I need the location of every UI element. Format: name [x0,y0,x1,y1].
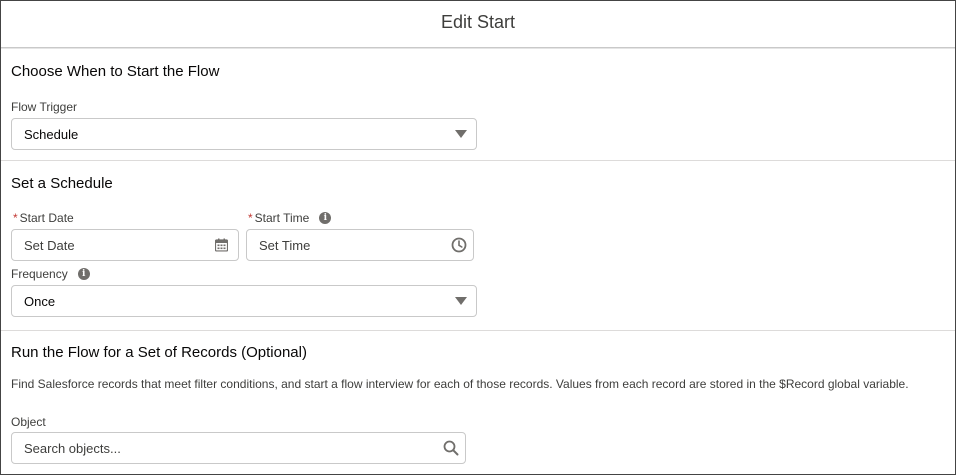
search-icon [443,440,459,456]
start-time-label-text: Start Time [254,211,310,225]
object-label-text: Object [11,415,46,429]
object-label: Object [11,415,46,429]
frequency-dropdown-icon [455,297,467,305]
object-search-placeholder: Search objects... [24,440,121,456]
records-section: Run the Flow for a Set of Records (Optio… [1,331,955,473]
edit-start-modal: Edit Start Choose When to Start the Flow… [0,0,956,475]
flow-trigger-label-text: Flow Trigger [11,100,78,114]
calendar-icon[interactable] [215,238,228,252]
start-time-required-marker: * [248,211,253,225]
start-trigger-section-title: Choose When to Start the Flow [11,63,220,80]
modal-header: Edit Start [1,1,955,49]
frequency-label-text: Frequency [11,267,68,281]
modal-title: Edit Start [440,11,516,32]
schedule-section: Set a Schedule * Start Date Set Date * S… [1,161,955,331]
clock-icon[interactable] [451,237,467,253]
flow-trigger-value: Schedule [24,126,79,142]
start-time-input[interactable]: Set Time [246,229,474,261]
flow-trigger-select[interactable]: Schedule [11,118,477,150]
flow-trigger-label: Flow Trigger [11,100,77,114]
start-date-placeholder: Set Date [24,237,75,253]
start-date-label: * Start Date [13,211,74,225]
frequency-label: Frequency i [11,267,90,281]
start-time-label: * Start Time i [248,211,332,225]
flow-trigger-dropdown-icon [455,130,467,138]
start-date-required-marker: * [13,211,18,225]
object-search-input[interactable]: Search objects... [11,432,466,464]
schedule-section-title: Set a Schedule [11,175,113,192]
start-time-info-icon[interactable]: i [319,212,332,224]
start-trigger-section: Choose When to Start the Flow Flow Trigg… [1,48,955,161]
frequency-value: Once [24,293,56,309]
start-date-input[interactable]: Set Date [11,229,239,261]
frequency-select[interactable]: Once [11,285,477,317]
start-time-placeholder: Set Time [259,237,311,253]
frequency-info-icon[interactable]: i [77,268,90,280]
start-date-label-text: Start Date [19,211,74,225]
records-section-title: Run the Flow for a Set of Records (Optio… [11,344,307,361]
records-section-description: Find Salesforce records that meet filter… [11,377,909,391]
